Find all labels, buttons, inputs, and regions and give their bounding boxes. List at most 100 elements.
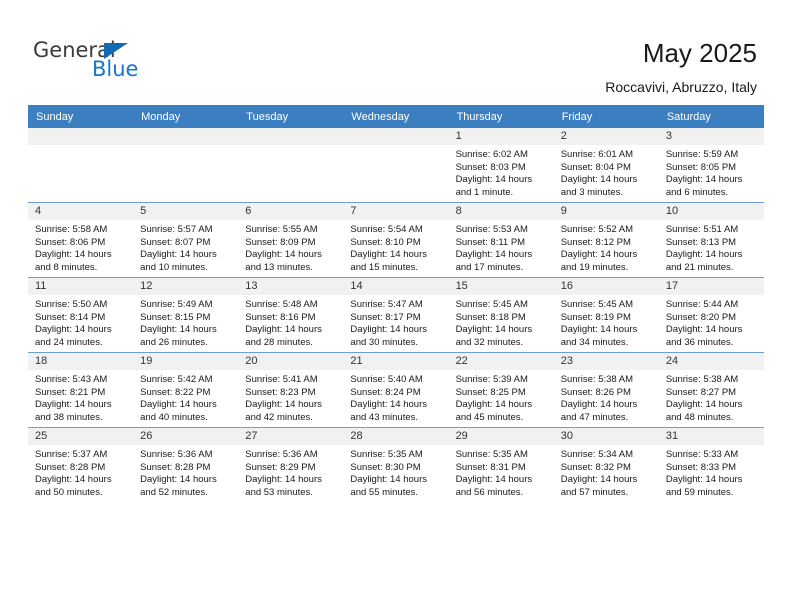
sunrise-text: Sunrise: 5:47 AM bbox=[350, 299, 423, 310]
day-number: 25 bbox=[28, 428, 134, 445]
daylight-text: Daylight: 14 hours and 15 minutes. bbox=[350, 249, 427, 273]
calendar-day-cell[interactable]: 2 Sunrise: 6:01 AM Sunset: 8:04 PM Daylight… bbox=[553, 128, 659, 203]
calendar-day-cell[interactable]: 21 Sunrise: 5:40 AM Sunset: 8:24 PM Dayligh… bbox=[343, 352, 449, 428]
sunrise-text: Sunrise: 5:41 AM bbox=[245, 374, 318, 385]
day-details: Sunrise: 5:54 AM Sunset: 8:10 PM Daylight:… bbox=[343, 220, 448, 274]
day-details: Sunrise: 5:47 AM Sunset: 8:17 PM Daylight:… bbox=[343, 295, 448, 349]
day-number: 18 bbox=[28, 353, 134, 370]
weekday-header-thursday: Thursday bbox=[448, 105, 554, 128]
calendar-day-cell[interactable]: 8 Sunrise: 5:53 AM Sunset: 8:11 PM Daylight… bbox=[448, 202, 554, 278]
calendar-day-cell[interactable]: 4 Sunrise: 5:58 AM Sunset: 8:06 PM Daylight… bbox=[28, 202, 134, 278]
calendar-day-cell[interactable]: 15 Sunrise: 5:45 AM Sunset: 8:18 PM Dayligh… bbox=[448, 277, 554, 353]
daylight-text: Daylight: 14 hours and 26 minutes. bbox=[140, 324, 217, 348]
calendar-week-row: 11 Sunrise: 5:50 AM Sunset: 8:14 PM Dayligh… bbox=[28, 277, 764, 353]
calendar-day-cell[interactable]: 26 Sunrise: 5:36 AM Sunset: 8:28 PM Dayligh… bbox=[133, 427, 239, 502]
sunrise-text: Sunrise: 5:51 AM bbox=[665, 224, 739, 235]
day-number: 30 bbox=[553, 428, 659, 445]
daylight-text: Daylight: 14 hours and 17 minutes. bbox=[455, 249, 533, 273]
day-details: Sunrise: 5:50 AM Sunset: 8:14 PM Daylight:… bbox=[28, 295, 133, 349]
calendar-day-cell[interactable]: 29 Sunrise: 5:35 AM Sunset: 8:31 PM Dayligh… bbox=[448, 427, 554, 502]
calendar-day-cell[interactable]: 11 Sunrise: 5:50 AM Sunset: 8:14 PM Dayligh… bbox=[28, 277, 134, 353]
calendar-week-row: 25 Sunrise: 5:37 AM Sunset: 8:28 PM Dayligh… bbox=[28, 427, 764, 502]
calendar-day-cell[interactable]: 27 Sunrise: 5:36 AM Sunset: 8:29 PM Dayligh… bbox=[238, 427, 344, 502]
day-number: 31 bbox=[658, 428, 764, 445]
daylight-text: Daylight: 14 hours and 59 minutes. bbox=[665, 474, 743, 498]
calendar-day-cell[interactable]: 7 Sunrise: 5:54 AM Sunset: 8:10 PM Daylight… bbox=[343, 202, 449, 278]
daylight-text: Daylight: 14 hours and 53 minutes. bbox=[245, 474, 322, 498]
calendar-day-cell[interactable]: 10 Sunrise: 5:51 AM Sunset: 8:13 PM Dayligh… bbox=[658, 202, 764, 278]
day-details: Sunrise: 5:45 AM Sunset: 8:19 PM Daylight:… bbox=[554, 295, 659, 349]
calendar-day-cell[interactable]: 20 Sunrise: 5:41 AM Sunset: 8:23 PM Dayligh… bbox=[238, 352, 344, 428]
calendar-day-cell[interactable]: 22 Sunrise: 5:39 AM Sunset: 8:25 PM Dayligh… bbox=[448, 352, 554, 428]
day-details: Sunrise: 5:57 AM Sunset: 8:07 PM Daylight:… bbox=[133, 220, 238, 274]
calendar-day-cell[interactable]: 3 Sunrise: 5:59 AM Sunset: 8:05 PM Daylight… bbox=[658, 128, 764, 203]
calendar-day-cell[interactable]: 18 Sunrise: 5:43 AM Sunset: 8:21 PM Dayligh… bbox=[28, 352, 134, 428]
sunset-text: Sunset: 8:29 PM bbox=[245, 461, 316, 473]
calendar-table: Sunday Monday Tuesday Wednesday Thursday Frid… bbox=[28, 105, 764, 502]
calendar-week-row: 1 Sunrise: 6:02 AM Sunset: 8:03 PM Daylight… bbox=[28, 128, 764, 203]
sunset-text: Sunset: 8:33 PM bbox=[665, 461, 737, 473]
sunrise-text: Sunrise: 5:36 AM bbox=[140, 449, 213, 460]
calendar-body: 1 Sunrise: 6:02 AM Sunset: 8:03 PM Daylight… bbox=[28, 128, 764, 502]
sunrise-text: Sunrise: 5:45 AM bbox=[455, 299, 528, 310]
calendar-day-cell[interactable]: 17 Sunrise: 5:44 AM Sunset: 8:20 PM Dayligh… bbox=[658, 277, 764, 353]
daylight-text: Daylight: 14 hours and 36 minutes. bbox=[665, 324, 743, 348]
sunset-text: Sunset: 8:06 PM bbox=[35, 236, 106, 248]
day-details: Sunrise: 5:36 AM Sunset: 8:29 PM Daylight:… bbox=[238, 445, 343, 499]
sunrise-text: Sunrise: 5:38 AM bbox=[560, 374, 634, 385]
calendar-day-cell[interactable]: 24 Sunrise: 5:38 AM Sunset: 8:27 PM Dayligh… bbox=[658, 352, 764, 428]
calendar-day-cell[interactable]: 6 Sunrise: 5:55 AM Sunset: 8:09 PM Daylight… bbox=[238, 202, 344, 278]
calendar-day-cell[interactable]: 9 Sunrise: 5:52 AM Sunset: 8:12 PM Daylight… bbox=[553, 202, 659, 278]
daylight-text: Daylight: 14 hours and 19 minutes. bbox=[560, 249, 638, 273]
calendar-day-cell[interactable]: 23 Sunrise: 5:38 AM Sunset: 8:26 PM Dayligh… bbox=[553, 352, 659, 428]
daylight-text: Daylight: 14 hours and 47 minutes. bbox=[560, 399, 638, 423]
sunrise-text: Sunrise: 5:45 AM bbox=[560, 299, 634, 310]
day-details: Sunrise: 5:34 AM Sunset: 8:32 PM Daylight:… bbox=[554, 445, 659, 499]
daylight-text: Daylight: 14 hours and 34 minutes. bbox=[560, 324, 638, 348]
daylight-text: Daylight: 14 hours and 40 minutes. bbox=[140, 399, 217, 423]
day-number: 29 bbox=[448, 428, 554, 445]
sunset-text: Sunset: 8:17 PM bbox=[350, 311, 421, 323]
daylight-text: Daylight: 14 hours and 13 minutes. bbox=[245, 249, 322, 273]
sunrise-text: Sunrise: 6:01 AM bbox=[560, 149, 634, 160]
sunrise-text: Sunrise: 5:33 AM bbox=[665, 449, 739, 460]
calendar-day-cell[interactable]: 31 Sunrise: 5:33 AM Sunset: 8:33 PM Dayligh… bbox=[658, 427, 764, 502]
day-details: Sunrise: 5:58 AM Sunset: 8:06 PM Daylight:… bbox=[28, 220, 133, 274]
calendar-day-cell[interactable]: 16 Sunrise: 5:45 AM Sunset: 8:19 PM Dayligh… bbox=[553, 277, 659, 353]
daylight-text: Daylight: 14 hours and 1 minute. bbox=[455, 174, 533, 198]
sunrise-text: Sunrise: 5:52 AM bbox=[560, 224, 634, 235]
weekday-header-sunday: Sunday bbox=[28, 105, 134, 128]
sunset-text: Sunset: 8:25 PM bbox=[455, 386, 526, 398]
weekday-header-monday: Monday bbox=[133, 105, 239, 128]
sunset-text: Sunset: 8:28 PM bbox=[140, 461, 211, 473]
calendar-day-cell[interactable]: 28 Sunrise: 5:35 AM Sunset: 8:30 PM Dayligh… bbox=[343, 427, 449, 502]
day-details: Sunrise: 6:01 AM Sunset: 8:04 PM Daylight:… bbox=[554, 145, 659, 199]
day-number: 22 bbox=[448, 353, 554, 370]
daylight-text: Daylight: 14 hours and 43 minutes. bbox=[350, 399, 427, 423]
day-number: 5 bbox=[133, 203, 239, 220]
calendar-day-cell[interactable]: 12 Sunrise: 5:49 AM Sunset: 8:15 PM Dayligh… bbox=[133, 277, 239, 353]
sunset-text: Sunset: 8:27 PM bbox=[665, 386, 737, 398]
calendar-day-cell[interactable]: 14 Sunrise: 5:47 AM Sunset: 8:17 PM Dayligh… bbox=[343, 277, 449, 353]
calendar-day-cell-empty bbox=[343, 128, 449, 203]
day-details: Sunrise: 5:52 AM Sunset: 8:12 PM Daylight:… bbox=[554, 220, 659, 274]
sunrise-text: Sunrise: 5:48 AM bbox=[245, 299, 318, 310]
day-number: 13 bbox=[238, 278, 344, 295]
sunset-text: Sunset: 8:05 PM bbox=[665, 161, 737, 173]
calendar-day-cell[interactable]: 25 Sunrise: 5:37 AM Sunset: 8:28 PM Dayligh… bbox=[28, 427, 134, 502]
sunrise-text: Sunrise: 5:55 AM bbox=[245, 224, 318, 235]
sunrise-text: Sunrise: 5:38 AM bbox=[665, 374, 739, 385]
day-number: 3 bbox=[658, 128, 764, 145]
day-number: 26 bbox=[133, 428, 239, 445]
calendar-day-cell[interactable]: 5 Sunrise: 5:57 AM Sunset: 8:07 PM Daylight… bbox=[133, 202, 239, 278]
sunset-text: Sunset: 8:32 PM bbox=[560, 461, 631, 473]
weekday-header-wednesday: Wednesday bbox=[343, 105, 449, 128]
sunrise-text: Sunrise: 5:39 AM bbox=[455, 374, 528, 385]
day-number: 14 bbox=[343, 278, 449, 295]
calendar-day-cell[interactable]: 13 Sunrise: 5:48 AM Sunset: 8:16 PM Dayligh… bbox=[238, 277, 344, 353]
sunrise-text: Sunrise: 5:44 AM bbox=[665, 299, 739, 310]
calendar-day-cell[interactable]: 30 Sunrise: 5:34 AM Sunset: 8:32 PM Dayligh… bbox=[553, 427, 659, 502]
calendar-day-cell[interactable]: 19 Sunrise: 5:42 AM Sunset: 8:22 PM Dayligh… bbox=[133, 352, 239, 428]
calendar-day-cell[interactable]: 1 Sunrise: 6:02 AM Sunset: 8:03 PM Daylight… bbox=[448, 128, 554, 203]
brand-logo[interactable]: General Blue bbox=[33, 38, 233, 86]
